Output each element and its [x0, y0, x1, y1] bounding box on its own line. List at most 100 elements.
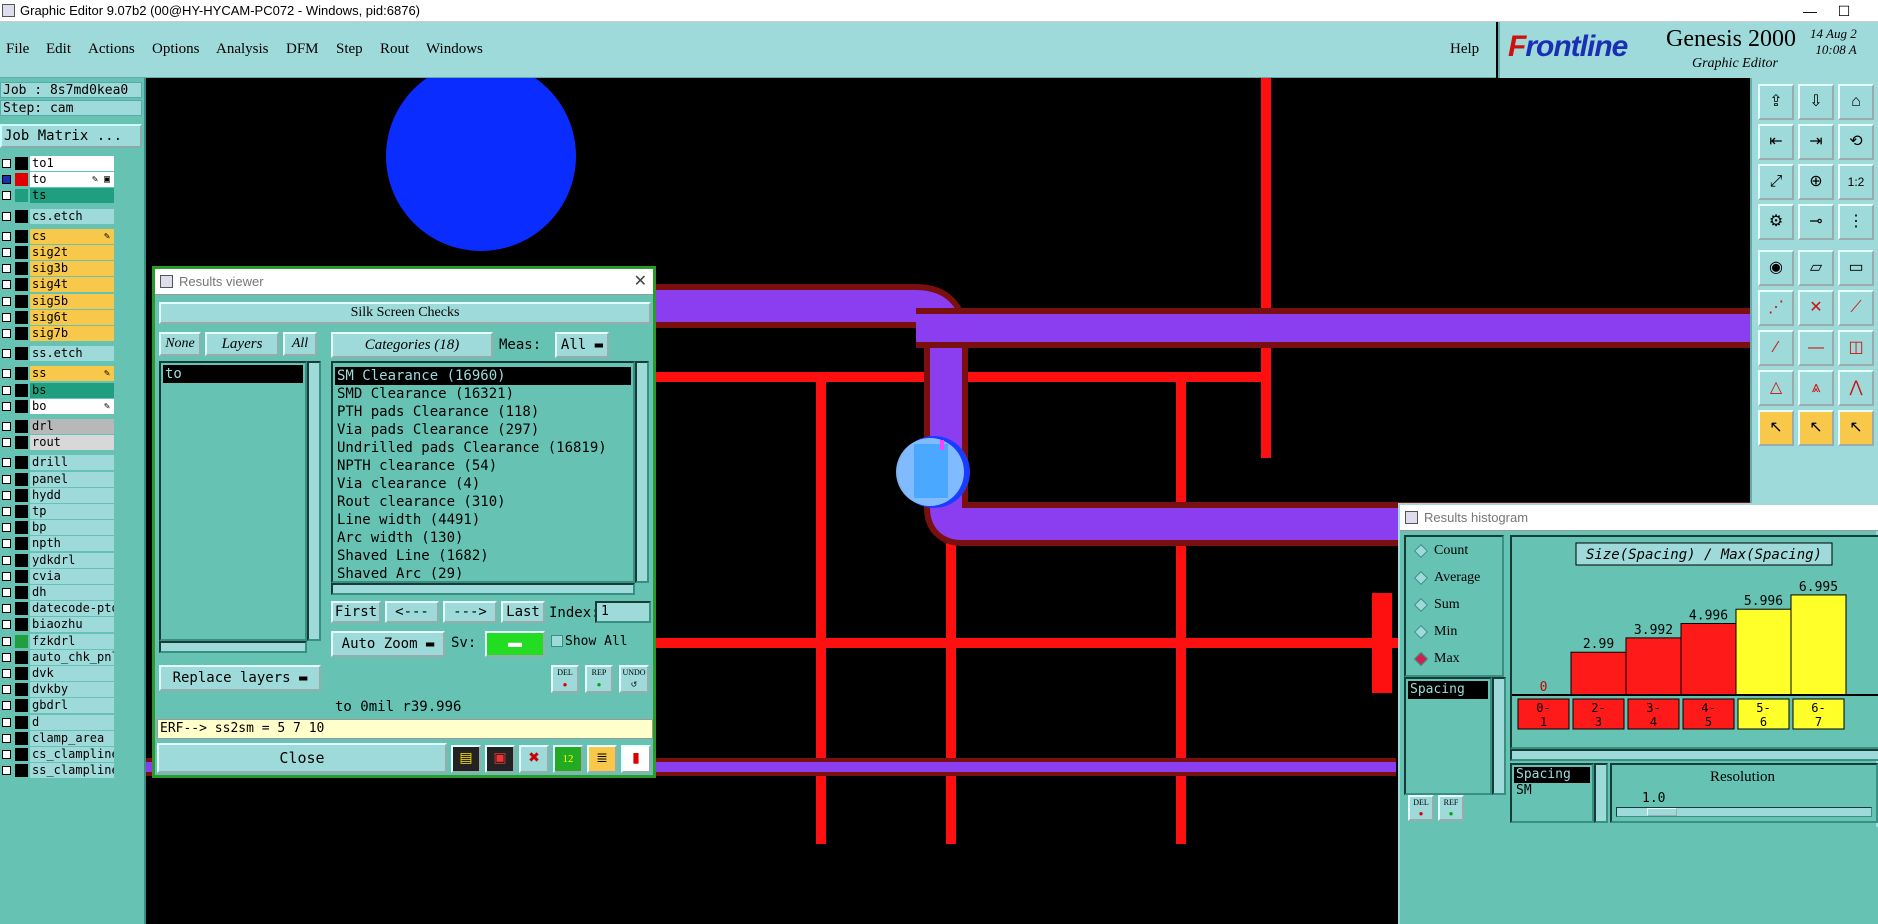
layer-checkbox[interactable]: [2, 191, 11, 201]
layer-name[interactable]: biaozhu: [30, 617, 114, 633]
layer-color-swatch[interactable]: [15, 456, 28, 470]
layer-color-swatch[interactable]: [15, 748, 28, 761]
layer-color-swatch[interactable]: [15, 294, 28, 308]
menu-actions[interactable]: Actions: [88, 41, 135, 58]
layer-color-swatch[interactable]: [15, 553, 28, 567]
layer-color-swatch[interactable]: [15, 310, 28, 324]
show-all-checkbox[interactable]: [551, 635, 563, 647]
del-button[interactable]: DEL ●: [551, 665, 579, 693]
layer-name[interactable]: d: [30, 714, 114, 730]
layer-name[interactable]: drl: [30, 419, 114, 434]
toolbar-tool-icon[interactable]: ⋮: [1838, 204, 1874, 240]
layer-color-swatch[interactable]: [15, 537, 28, 551]
layer-name[interactable]: cvia: [30, 568, 114, 584]
layer-row[interactable]: to1: [0, 156, 116, 171]
layer-checkbox[interactable]: [2, 458, 11, 468]
layer-name[interactable]: ydkdrl: [30, 552, 114, 568]
layer-color-swatch[interactable]: [15, 715, 28, 729]
menu-edit[interactable]: Edit: [46, 41, 71, 58]
layer-name[interactable]: bo ✎: [30, 398, 114, 414]
layer-color-swatch[interactable]: [15, 602, 28, 616]
layer-row[interactable]: bp: [0, 520, 116, 536]
layer-color-swatch[interactable]: [15, 262, 28, 276]
radio-diamond-icon[interactable]: [1413, 597, 1429, 613]
toolbar-tool-icon[interactable]: ⚙: [1758, 204, 1794, 240]
layer-checkbox[interactable]: [2, 636, 11, 646]
layer-color-swatch[interactable]: [15, 209, 28, 223]
layer-color-swatch[interactable]: [15, 731, 28, 745]
layer-checkbox[interactable]: [2, 438, 11, 448]
layer-checkbox[interactable]: [2, 474, 11, 484]
index-input[interactable]: 1: [595, 601, 651, 623]
category-item[interactable]: SM Clearance (16960): [335, 367, 631, 385]
menu-options[interactable]: Options: [152, 41, 200, 58]
layer-color-swatch[interactable]: [15, 189, 28, 203]
meas-dropdown[interactable]: All ▬: [555, 332, 609, 358]
category-item[interactable]: Via pads Clearance (297): [335, 421, 631, 439]
radio-diamond-icon[interactable]: [1413, 543, 1429, 559]
layer-checkbox[interactable]: [2, 231, 11, 241]
layer-row[interactable]: d: [0, 714, 116, 730]
toolbar-tool-icon[interactable]: ⟲: [1838, 124, 1874, 160]
layer-name[interactable]: sig5b: [30, 293, 114, 309]
replace-layers-dropdown[interactable]: Replace layers ▬: [159, 665, 321, 691]
layer-row[interactable]: ss.etch: [0, 346, 116, 362]
layer-row[interactable]: cs.etch: [0, 208, 116, 224]
layer-checkbox[interactable]: [2, 523, 11, 533]
layer-name[interactable]: rout: [30, 435, 114, 451]
layer-name[interactable]: sig4t: [30, 277, 114, 293]
monitor-icon[interactable]: ▣: [485, 745, 515, 773]
toolbar-tool-icon[interactable]: ⤢: [1758, 164, 1794, 200]
layer-name[interactable]: auto_chk_pnl: [30, 649, 114, 665]
histogram-icon[interactable]: ▮: [621, 745, 651, 773]
layers-button[interactable]: Layers: [205, 332, 279, 356]
layer-row[interactable]: sig6t: [0, 309, 116, 325]
layer-row[interactable]: dh: [0, 585, 116, 600]
vertical-scrollbar[interactable]: [635, 361, 649, 583]
resolution-slider[interactable]: [1616, 807, 1872, 817]
layer-color-swatch[interactable]: [15, 683, 28, 697]
layer-name[interactable]: to ✎ ▣: [30, 172, 114, 188]
category-item[interactable]: PTH pads Clearance (118): [335, 403, 631, 421]
layer-checkbox[interactable]: [2, 555, 11, 565]
slider-thumb[interactable]: [1647, 808, 1677, 816]
layer-name[interactable]: bp: [30, 520, 114, 536]
layer-checkbox[interactable]: [2, 296, 11, 306]
auto-zoom-dropdown[interactable]: Auto Zoom ▬: [331, 631, 445, 657]
toolbar-tool-icon[interactable]: ⊕: [1798, 164, 1834, 200]
layer-results-list[interactable]: to: [159, 361, 307, 641]
maximize-button[interactable]: ☐: [1824, 0, 1864, 22]
layer-name[interactable]: dvk: [30, 666, 114, 681]
layer-checkbox[interactable]: [2, 490, 11, 500]
layer-name[interactable]: hydd: [30, 487, 114, 503]
close-button[interactable]: Close: [157, 743, 447, 773]
layer-row[interactable]: gbdrl: [0, 698, 116, 714]
toolbar-tool-icon[interactable]: ◫: [1838, 330, 1874, 366]
layer-row[interactable]: dvk: [0, 666, 116, 681]
horizontal-scrollbar[interactable]: [159, 641, 307, 653]
toolbar-tool-icon[interactable]: ⊸: [1798, 204, 1834, 240]
radio-diamond-icon[interactable]: [1413, 624, 1429, 640]
layer-checkbox[interactable]: [2, 175, 11, 185]
layer-row[interactable]: to ✎ ▣: [0, 172, 116, 188]
close-icon[interactable]: ✕: [634, 269, 647, 295]
menu-step[interactable]: Step: [336, 41, 363, 58]
layer-color-swatch[interactable]: [15, 229, 28, 243]
layer-name[interactable]: ss_clampline: [30, 763, 114, 779]
layer-checkbox[interactable]: [2, 385, 11, 395]
layer-checkbox[interactable]: [2, 507, 11, 516]
toolbar-tool-icon[interactable]: ⋰: [1758, 290, 1794, 326]
layer-row[interactable]: dvkby: [0, 682, 116, 698]
layer-name[interactable]: dh: [30, 585, 114, 600]
layer-row[interactable]: sig4t: [0, 277, 116, 293]
toolbar-tool-icon[interactable]: ⇥: [1798, 124, 1834, 160]
layer-name[interactable]: bs: [30, 382, 114, 398]
layer-row[interactable]: ydkdrl: [0, 552, 116, 568]
layer-color-swatch[interactable]: [15, 420, 28, 433]
layer-row[interactable]: drl: [0, 419, 116, 434]
layer-row[interactable]: auto_chk_pnl: [0, 649, 116, 665]
sv-color-dropdown[interactable]: ▬: [485, 631, 545, 657]
layer-color-swatch[interactable]: [15, 472, 28, 486]
layer-row[interactable]: datecode-pto: [0, 601, 116, 617]
layer-row[interactable]: sig5b: [0, 293, 116, 309]
